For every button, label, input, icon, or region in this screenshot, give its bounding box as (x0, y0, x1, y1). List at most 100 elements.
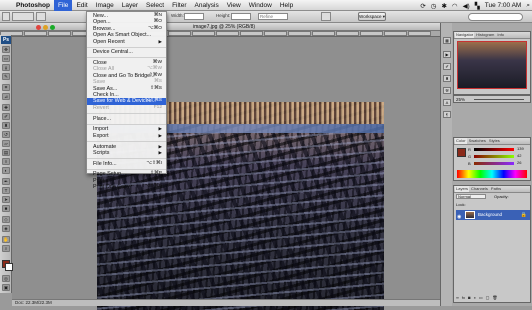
sync-icon[interactable]: ⟳ (420, 2, 425, 10)
background-color-swatch[interactable] (5, 263, 13, 271)
eraser-tool-icon[interactable]: ▱ (2, 140, 10, 147)
menu-help[interactable]: Help (276, 0, 297, 11)
volume-icon[interactable]: ◀) (463, 2, 470, 10)
hand-tool-icon[interactable]: ✋ (2, 236, 10, 243)
link-layers-icon[interactable]: ∞ (456, 295, 459, 300)
red-slider[interactable] (474, 148, 514, 151)
adjustment-layer-icon[interactable]: ◑ (473, 295, 475, 300)
canvas-area[interactable] (12, 37, 448, 310)
blue-slider[interactable] (474, 162, 514, 165)
mini-bridge-icon[interactable] (321, 12, 331, 21)
menu-clock[interactable]: Tue 7:00 AM (485, 2, 522, 9)
menu-file[interactable]: File (53, 0, 73, 11)
menu-app-name[interactable]: Photoshop (12, 0, 54, 11)
zoom-tool-icon[interactable]: ⌕ (2, 245, 10, 252)
tool-preset-button[interactable] (2, 12, 10, 21)
character-panel-icon[interactable]: A (443, 99, 451, 106)
navigator-thumbnail[interactable] (457, 41, 527, 89)
new-layer-icon[interactable]: ▢ (486, 295, 490, 300)
document-tab[interactable] (192, 31, 215, 36)
document-tab[interactable] (24, 31, 47, 36)
search-input[interactable] (468, 13, 523, 21)
zoom-slider[interactable] (474, 99, 524, 100)
tab-swatches[interactable]: Swatches (468, 138, 487, 144)
gradient-tool-icon[interactable]: ▤ (2, 149, 10, 156)
menu-analysis[interactable]: Analysis (191, 0, 223, 11)
document-tab[interactable] (264, 31, 287, 36)
tab-info[interactable]: Info (496, 32, 505, 38)
zoom-value[interactable]: 25% (456, 97, 465, 102)
document-tab[interactable] (312, 31, 335, 36)
channel-r-value[interactable]: 139 (517, 146, 524, 151)
height-input[interactable] (231, 13, 251, 20)
menu-layer[interactable]: Layer (118, 0, 142, 11)
document-tab[interactable] (408, 31, 431, 36)
tab-histogram[interactable]: Histogram (475, 32, 495, 38)
visibility-eye-icon[interactable]: ◉ (457, 212, 461, 222)
minimize-window-icon[interactable] (43, 24, 48, 30)
zoom-window-icon[interactable] (50, 24, 55, 30)
menu-filter[interactable]: Filter (168, 0, 190, 11)
layer-mask-icon[interactable]: ◙ (468, 295, 470, 300)
time-machine-icon[interactable]: ◷ (431, 2, 437, 10)
file-menu-item-export[interactable]: Export ▶ (87, 133, 166, 139)
history-brush-tool-icon[interactable]: ↺ (2, 131, 10, 138)
feather-field[interactable] (36, 12, 46, 21)
wifi-icon[interactable]: ◠ (452, 2, 458, 10)
shape-tool-icon[interactable]: ■ (2, 205, 10, 212)
layer-row-background[interactable]: ◉ Background 🔒 (456, 210, 530, 220)
quick-mask-icon[interactable]: ◎ (2, 275, 10, 282)
file-menu-item-device-central[interactable]: Device Central... (87, 49, 166, 55)
document-tab[interactable] (288, 31, 311, 36)
clone-source-panel-icon[interactable]: ♜ (443, 75, 451, 82)
file-menu-item-place[interactable]: Place... (87, 116, 166, 122)
color-spectrum[interactable] (457, 170, 527, 178)
channel-g-value[interactable]: 42 (517, 153, 521, 158)
crop-tool-icon[interactable]: ⌗ (2, 84, 10, 91)
3d-rotate-tool-icon[interactable]: ◇ (2, 216, 10, 223)
paragraph-panel-icon[interactable]: ¶ (443, 111, 451, 118)
file-menu-item-scripts[interactable]: Scripts ▶ (87, 150, 166, 156)
width-input[interactable] (184, 13, 204, 20)
color-panel-fg-swatch[interactable] (457, 148, 466, 157)
file-menu-item-open-recent[interactable]: Open Recent ▶ (87, 39, 166, 45)
type-tool-icon[interactable]: T (2, 187, 10, 194)
file-menu-item-file-info[interactable]: File Info... ⌥⇧⌘I (87, 161, 166, 167)
menu-window[interactable]: Window (245, 0, 276, 11)
menu-image[interactable]: Image (92, 0, 118, 11)
document-tab[interactable] (168, 31, 191, 36)
eyedropper-tool-icon[interactable]: ⊿ (2, 93, 10, 100)
quick-select-tool-icon[interactable]: ✎ (2, 73, 10, 80)
selection-mode-buttons[interactable] (12, 12, 34, 21)
lasso-tool-icon[interactable]: ϙ (2, 64, 10, 71)
screen-mode-icon[interactable]: ▣ (2, 284, 10, 291)
document-tab[interactable] (336, 31, 359, 36)
new-group-icon[interactable]: ▭ (479, 295, 483, 300)
layer-style-icon[interactable]: fx (462, 295, 465, 300)
tool-presets-panel-icon[interactable]: ⚒ (443, 87, 451, 94)
tab-channels[interactable]: Channels (470, 186, 489, 192)
history-panel-icon[interactable]: ▦ (443, 37, 451, 44)
document-tab[interactable] (360, 31, 383, 36)
bluetooth-icon[interactable]: ✱ (441, 2, 446, 10)
document-tab[interactable] (240, 31, 263, 36)
move-tool-icon[interactable]: ✥ (2, 46, 10, 53)
actions-panel-icon[interactable]: ▶ (443, 51, 451, 58)
brush-tool-icon[interactable]: ✐ (2, 113, 10, 120)
workspace-button[interactable]: Workspace ▾ (358, 12, 386, 21)
blend-mode-select[interactable]: Normal (456, 194, 486, 199)
dodge-tool-icon[interactable]: ◐ (2, 167, 10, 174)
path-select-tool-icon[interactable]: ➤ (2, 196, 10, 203)
close-window-icon[interactable] (36, 24, 41, 30)
document-tab[interactable] (216, 31, 239, 36)
menu-edit[interactable]: Edit (72, 0, 91, 11)
document-tab[interactable] (48, 31, 71, 36)
layer-name[interactable]: Background (478, 210, 502, 220)
tab-color[interactable]: Color (455, 138, 467, 144)
menu-select[interactable]: Select (142, 0, 168, 11)
green-slider[interactable] (474, 155, 514, 158)
tab-styles[interactable]: Styles (488, 138, 501, 144)
tab-navigator[interactable]: Navigator (455, 32, 475, 38)
document-tab[interactable] (384, 31, 407, 36)
tab-layers[interactable]: Layers (455, 186, 470, 192)
